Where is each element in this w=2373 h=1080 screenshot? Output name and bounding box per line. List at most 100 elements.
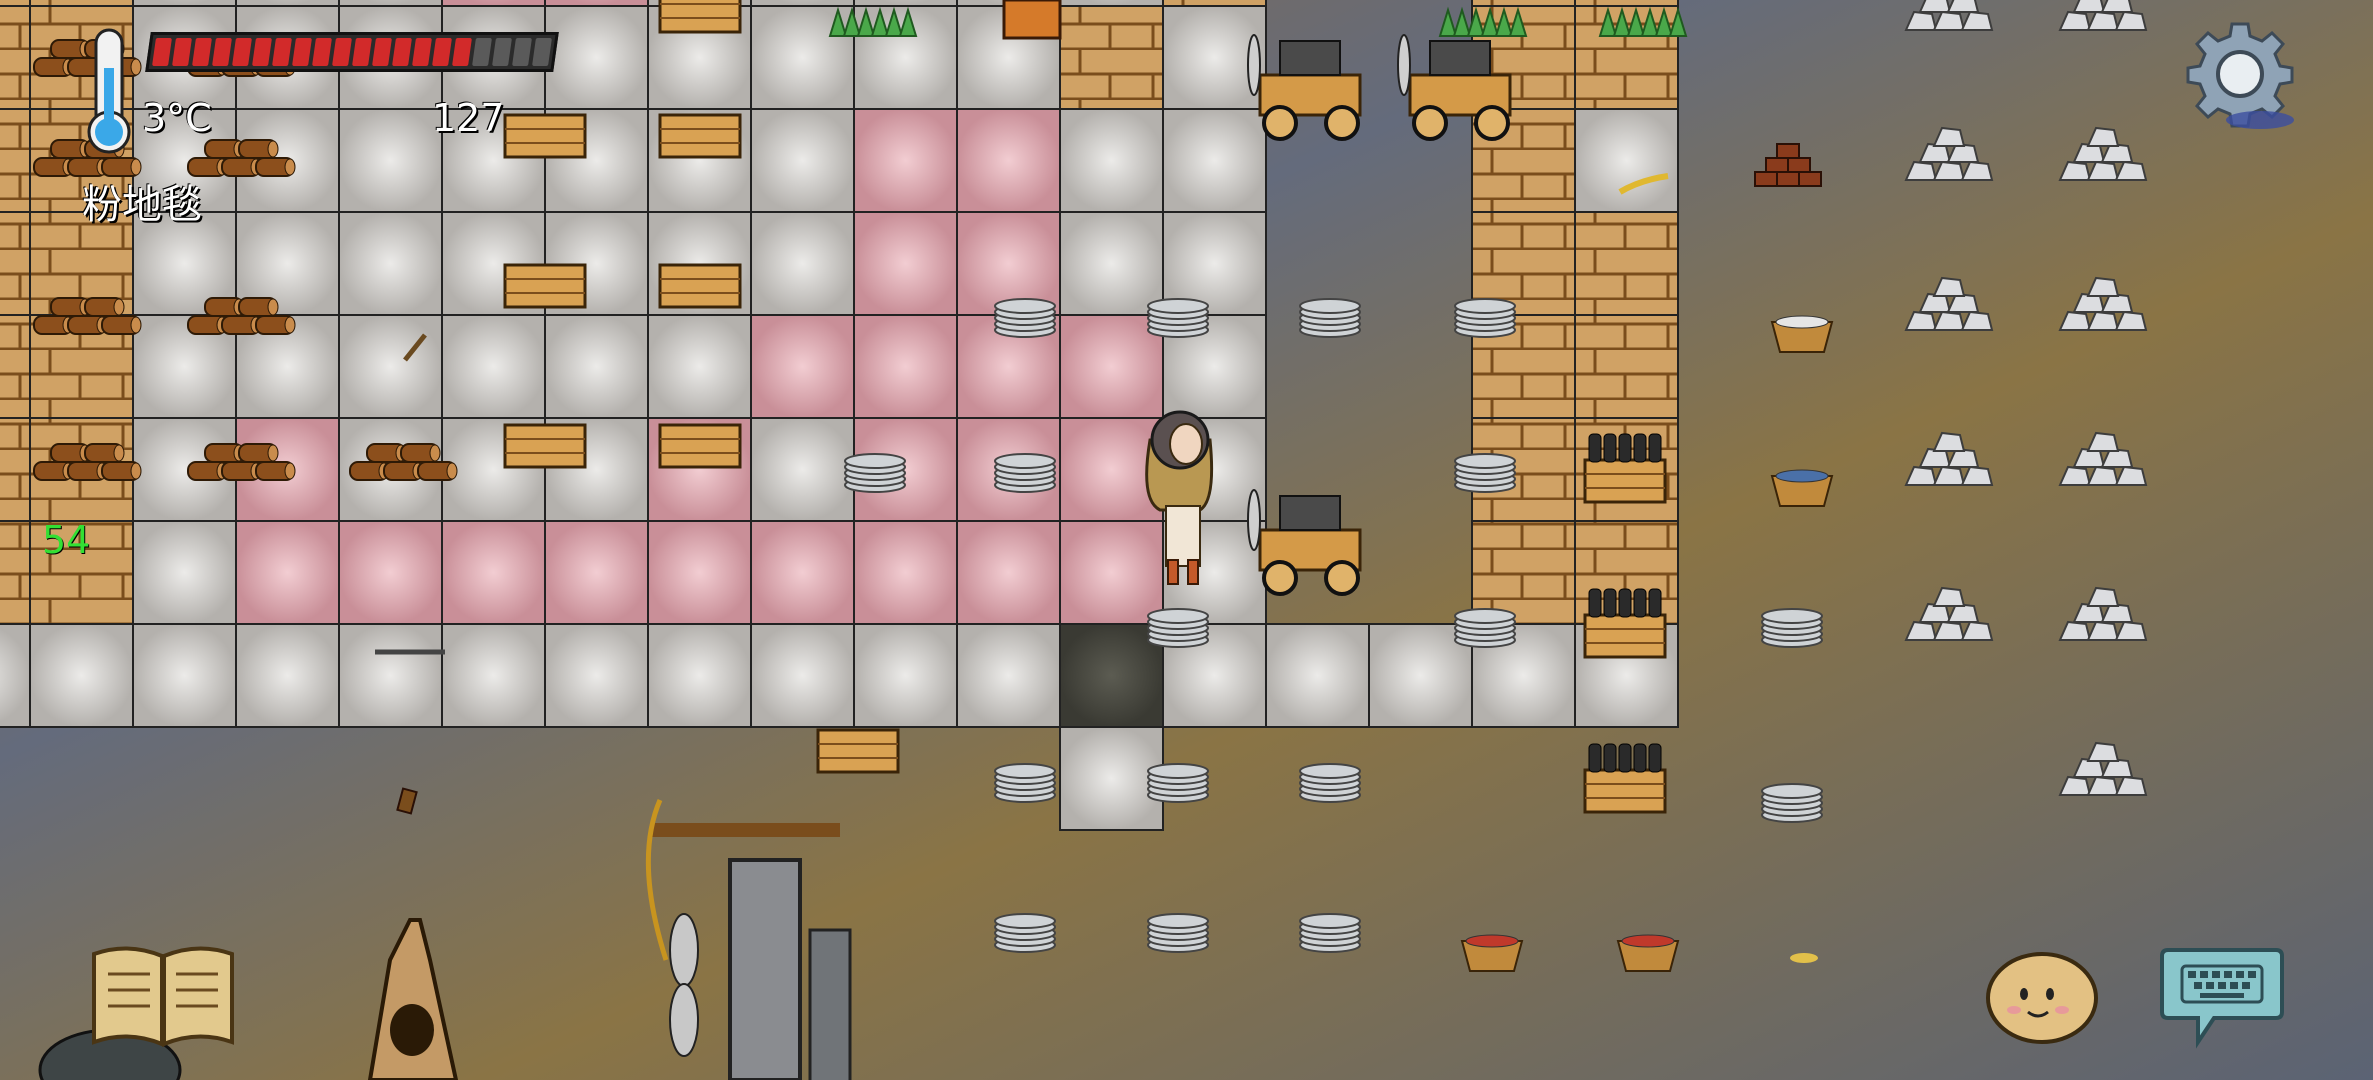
stone-floor-tile — [441, 623, 546, 728]
wood-floor-tile — [0, 5, 31, 110]
wood-floor-tile — [0, 520, 31, 625]
stone-floor-tile — [544, 5, 649, 110]
wooden-crate — [503, 263, 587, 309]
stone-floor-tile — [1574, 108, 1679, 213]
plate-stack — [1761, 783, 1823, 823]
wooden-crate — [503, 113, 587, 159]
pink-carpet-tile — [853, 314, 958, 419]
wood-floor-tile — [0, 314, 31, 419]
crate-with-bottles — [1583, 743, 1667, 814]
stone-floor-tile — [956, 623, 1061, 728]
food-pip — [292, 38, 312, 66]
stone-floor-tile — [1059, 211, 1164, 316]
stone-floor-tile — [544, 623, 649, 728]
keyboard-icon — [2160, 948, 2284, 1049]
food-pip — [372, 38, 392, 66]
stone-floor-tile — [853, 623, 958, 728]
game-map[interactable] — [0, 0, 2373, 1080]
stone-floor-tile — [132, 520, 237, 625]
basket — [1460, 934, 1524, 972]
settings-button[interactable] — [2180, 16, 2300, 136]
wooden-crate — [816, 728, 900, 774]
pink-carpet-tile — [441, 520, 546, 625]
stone-floor-tile — [29, 623, 134, 728]
book-icon — [92, 946, 234, 1047]
food-pip — [312, 38, 332, 66]
food-pip — [452, 38, 472, 66]
stone-floor-tile — [750, 623, 855, 728]
stone-floor-tile — [750, 108, 855, 213]
pink-carpet-tile — [853, 520, 958, 625]
plate-stack — [1147, 763, 1209, 803]
gear-icon — [2186, 22, 2294, 129]
food-pip — [492, 38, 512, 66]
temperature-readout: 3°C — [142, 96, 212, 140]
pink-carpet-tile — [956, 108, 1061, 213]
stone-floor-tile — [1162, 108, 1267, 213]
keyboard-button[interactable] — [2158, 942, 2286, 1052]
wood-floor-tile — [1574, 314, 1679, 419]
small-fish — [1790, 953, 1818, 963]
food-pip — [392, 38, 412, 66]
wood-floor-tile — [0, 108, 31, 213]
wood-floor-tile — [1059, 5, 1164, 110]
stone-floor-tile — [338, 211, 443, 316]
food-pip — [532, 38, 552, 66]
plate-stack — [994, 298, 1056, 338]
stone-floor-tile — [750, 211, 855, 316]
pink-carpet-tile — [750, 520, 855, 625]
food-pip — [212, 38, 232, 66]
stone-floor-tile — [132, 623, 237, 728]
wooden-crate — [658, 0, 742, 34]
age-readout: 54 — [42, 518, 91, 562]
stone-floor-tile — [647, 314, 752, 419]
stone-floor-tile — [338, 623, 443, 728]
stone-floor-tile — [544, 314, 649, 419]
plate-stack — [844, 453, 906, 493]
stone-floor-tile — [750, 417, 855, 522]
emote-face-icon — [1986, 952, 2098, 1044]
stone-floor-tile — [647, 623, 752, 728]
food-bar — [145, 32, 559, 72]
plate-stack — [1147, 913, 1209, 953]
plate-stack — [1454, 453, 1516, 493]
stone-floor-tile — [235, 623, 340, 728]
pink-carpet-tile — [647, 520, 752, 625]
tile-name-label: 粉地毯 — [82, 182, 202, 228]
pink-carpet-tile — [853, 108, 958, 213]
stone-floor-tile — [338, 108, 443, 213]
food-pip — [352, 38, 372, 66]
emote-button[interactable] — [1984, 946, 2100, 1046]
food-pip — [472, 38, 492, 66]
wooden-crate — [658, 423, 742, 469]
stone-floor-tile — [1265, 623, 1370, 728]
wood-floor-tile — [0, 211, 31, 316]
plate-stack — [1454, 298, 1516, 338]
pink-carpet-tile — [853, 211, 958, 316]
stone-floor-tile — [441, 314, 546, 419]
food-pip — [332, 38, 352, 66]
food-pip — [512, 38, 532, 66]
wooden-crate — [658, 113, 742, 159]
plate-stack — [1761, 608, 1823, 648]
crate-with-bottles — [1583, 588, 1667, 659]
clay-bucket — [1002, 0, 1062, 40]
plate-stack — [1147, 298, 1209, 338]
game-world[interactable] — [0, 0, 2373, 1080]
plate-stack — [1299, 298, 1361, 338]
wood-floor-tile — [0, 417, 31, 522]
plate-stack — [994, 453, 1056, 493]
food-pip — [172, 38, 192, 66]
plate-stack — [994, 763, 1056, 803]
plate-stack — [1147, 608, 1209, 648]
plate-stack — [994, 913, 1056, 953]
basket — [1770, 469, 1834, 507]
stone-floor-tile — [0, 623, 31, 728]
yum-counter: 127 — [432, 96, 505, 140]
basket — [1616, 934, 1680, 972]
stone-floor-tile — [1059, 108, 1164, 213]
book-button[interactable] — [88, 940, 238, 1050]
food-pip — [252, 38, 272, 66]
wooden-crate — [658, 263, 742, 309]
stone-floor-tile — [338, 314, 443, 419]
